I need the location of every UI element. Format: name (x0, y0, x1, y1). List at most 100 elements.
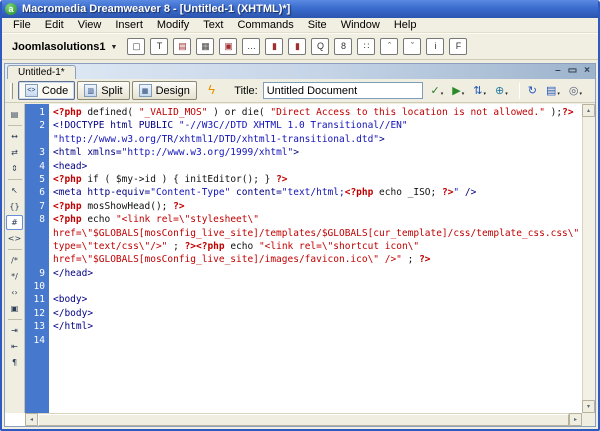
menu-site[interactable]: Site (301, 18, 334, 32)
red-bar-icon-2[interactable]: ▮ (288, 38, 307, 55)
code-segment: defined( (87, 107, 139, 118)
close-icon[interactable]: × (584, 65, 590, 77)
chevron-down-icon[interactable]: ▼ (111, 44, 118, 51)
code-segment: > (379, 133, 385, 145)
highlight-invalid-code-icon[interactable]: <> (6, 231, 23, 246)
menu-bar: File Edit View Insert Modify Text Commands Site… (2, 18, 598, 33)
menu-text[interactable]: Text (196, 18, 230, 32)
minimize-icon[interactable]: – (555, 65, 561, 77)
code-line: href=\"$GLOBALS[mosConfig_live_site]/tem… (53, 227, 582, 240)
code-segment: "Content-Type" (150, 187, 231, 199)
scroll-up-icon[interactable]: ▴ (582, 104, 595, 117)
code-segment: </body> (53, 307, 94, 319)
menu-modify[interactable]: Modify (150, 18, 196, 32)
code-segment: "<link rel=\"stylesheet\" (115, 214, 259, 226)
collapse-full-tag-icon[interactable]: ↔ (6, 129, 23, 144)
module-box-icon[interactable]: ▣ (219, 38, 238, 55)
collapse-selection-icon[interactable]: ⇄ (6, 145, 23, 160)
code-editor[interactable]: <?php defined( "_VALID_MOS" ) or die( "D… (49, 104, 582, 413)
menu-view[interactable]: View (71, 18, 109, 32)
ellipsis-icon[interactable]: … (242, 38, 261, 55)
line-number: 4 (39, 160, 45, 172)
refresh-icon-glyph: ↻ (527, 85, 537, 97)
preview-debug-icon[interactable]: ▶ ▾ (452, 84, 464, 97)
expand-all-icon[interactable]: ⇕ (6, 161, 23, 176)
number-icon[interactable]: 8 (334, 38, 353, 55)
scroll-left-icon[interactable]: ◂ (25, 413, 38, 426)
menu-commands[interactable]: Commands (230, 18, 300, 32)
code-segment: /> (459, 187, 477, 199)
line-number: 3 (39, 147, 45, 159)
design-view-button-label: Design (155, 84, 190, 97)
info-icon[interactable]: i (426, 38, 445, 55)
check-page-icon[interactable]: ✓ ▾ (431, 84, 444, 97)
document-tab[interactable]: Untitled-1* (7, 65, 76, 79)
code-segment: href=\"$GLOBALS[mosConfig_live_site]/ima… (53, 254, 402, 266)
scroll-right-icon[interactable]: ▸ (569, 413, 582, 426)
template-text-icon[interactable]: T (150, 38, 169, 55)
table-icon[interactable]: ▦ (196, 38, 215, 55)
toolbar-separator (7, 249, 22, 250)
search-icon[interactable]: Q (311, 38, 330, 55)
line-number: 14 (33, 334, 45, 346)
file-management-icon[interactable]: ⇅ ▾ (473, 84, 486, 97)
refresh-icon[interactable]: ↻ (528, 84, 537, 97)
horizontal-scrollbar[interactable]: ◂ ▸ (25, 413, 582, 426)
scroll-down-icon[interactable]: ▾ (582, 400, 595, 413)
code-segment: ) or die( (207, 107, 271, 118)
code-segment: ?> (419, 254, 431, 266)
open-documents-icon[interactable]: ▤ (6, 107, 23, 122)
menu-edit[interactable]: Edit (38, 18, 71, 32)
caret-down-icon[interactable]: ˇ (403, 38, 422, 55)
toolbar-grip[interactable] (10, 82, 13, 99)
scrollbar-corner (582, 413, 595, 426)
code-segment: "text/html; (281, 187, 345, 199)
dots-icon[interactable]: ∷ (357, 38, 376, 55)
view-options-icon[interactable]: ▤ ▾ (546, 84, 560, 97)
code-segment: echo (87, 214, 116, 226)
indent-code-icon[interactable]: ⇥ (6, 323, 23, 338)
code-segment: type=\"text/css\"/>" (53, 240, 168, 252)
line-number (25, 133, 45, 146)
chevron-down-icon: ▾ (579, 91, 582, 97)
insert-category-dropdown[interactable]: Joomlasolutions1 (12, 41, 106, 53)
recent-snippets-icon[interactable]: ▣ (6, 301, 23, 316)
visual-aids-icon[interactable]: ◎ ▾ (569, 84, 582, 97)
toolbar-separator (7, 125, 22, 126)
document-title-input[interactable] (262, 82, 423, 99)
red-bar-icon[interactable]: ▮ (265, 38, 284, 55)
code-segment: <head> (53, 160, 88, 172)
window-bar-icon[interactable]: ▤ (173, 38, 192, 55)
code-line: <body> (53, 293, 582, 306)
remove-comment-icon[interactable]: */ (6, 269, 23, 284)
select-parent-tag-icon[interactable]: ↖ (6, 183, 23, 198)
design-view-button[interactable]: ▦ Design (131, 81, 197, 100)
restore-icon[interactable]: ▭ (568, 65, 577, 77)
horizontal-scrollbar-thumb[interactable] (38, 414, 569, 426)
code-view-button-label: Code (41, 84, 69, 97)
code-view-button[interactable]: <> Code (17, 81, 76, 100)
code-line: <?php if ( $my->id ) { initEditor(); } ?… (53, 173, 582, 186)
menu-insert[interactable]: Insert (108, 18, 150, 32)
code-segment: <?php (53, 200, 88, 212)
menu-file[interactable]: File (6, 18, 38, 32)
menu-window[interactable]: Window (334, 18, 387, 32)
balance-braces-icon[interactable]: {} (6, 199, 23, 214)
format-source-code-icon[interactable]: ¶ (6, 355, 23, 370)
apply-comment-icon[interactable]: /* (6, 253, 23, 268)
live-data-view-icon[interactable]: ϟ (201, 81, 222, 100)
line-number-gutter: 1 2 3 4 5 6 7 8 9 10 11 12 13 14 (25, 104, 49, 413)
wrap-tag-icon[interactable]: ‹› (6, 285, 23, 300)
preview-browser-icon[interactable]: ⊕ ▾ (495, 84, 508, 97)
function-icon[interactable]: F (449, 38, 468, 55)
vertical-scrollbar[interactable]: ▴ ▾ (582, 104, 595, 413)
code-segment: "Direct Access to this location is not a… (270, 107, 545, 118)
code-segment: ?> (562, 107, 574, 118)
outdent-code-icon[interactable]: ⇤ (6, 339, 23, 354)
menu-help[interactable]: Help (387, 18, 424, 32)
caret-up-icon[interactable]: ˆ (380, 38, 399, 55)
new-document-icon[interactable]: ▢ (127, 38, 146, 55)
line-numbers-icon[interactable]: # (6, 215, 23, 230)
preview-browser-icon-glyph: ⊕ (495, 85, 505, 97)
split-view-button[interactable]: ▥ Split (77, 81, 130, 100)
